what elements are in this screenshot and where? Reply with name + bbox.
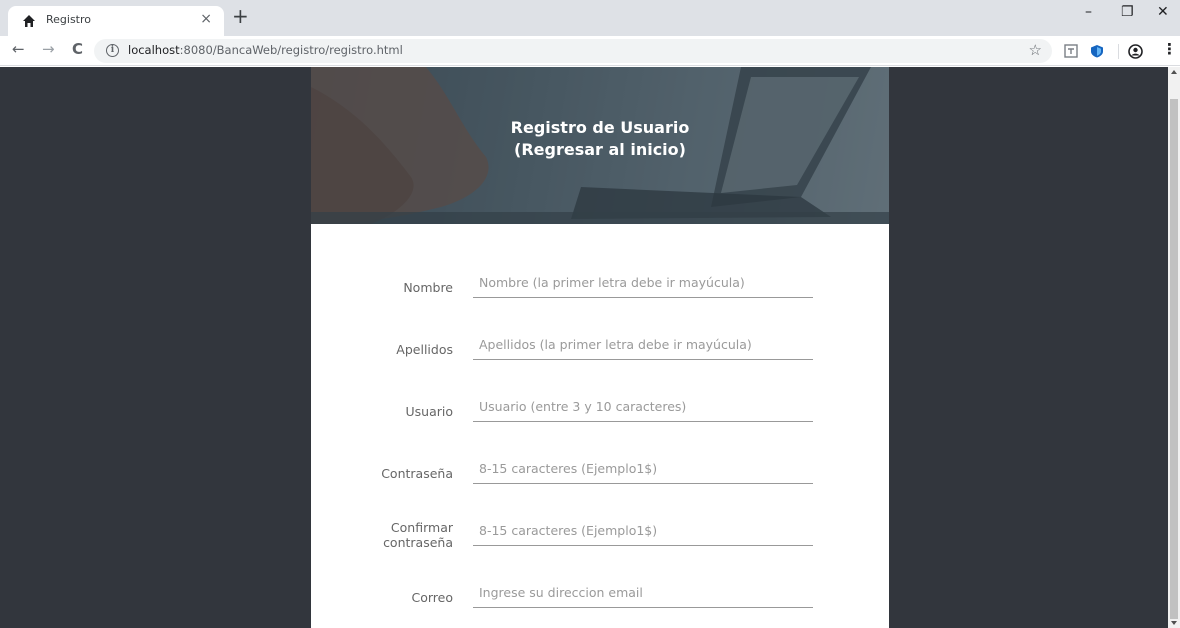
tab-strip: Registro × + – ❐ ✕ xyxy=(0,0,1180,36)
page-scrollbar[interactable] xyxy=(1168,67,1180,628)
url-text[interactable]: localhost:8080/BancaWeb/registro/registr… xyxy=(128,43,403,57)
form-row-correo: Correo xyxy=(311,578,889,618)
page-title: Registro de Usuario xyxy=(510,118,690,137)
forward-button[interactable]: → xyxy=(42,40,55,58)
tab-registro[interactable]: Registro × xyxy=(8,6,224,36)
usuario-label: Usuario xyxy=(405,404,453,419)
nombre-input[interactable] xyxy=(473,268,813,298)
confirmar-contrasena-label: Confirmar contraseña xyxy=(371,520,453,550)
new-tab-button[interactable]: + xyxy=(232,5,249,27)
confirmar-contrasena-input[interactable] xyxy=(473,516,813,546)
nombre-label: Nombre xyxy=(403,280,453,295)
toolbar-separator xyxy=(1118,44,1119,59)
extension-shield-icon[interactable] xyxy=(1090,44,1104,58)
address-bar[interactable]: i localhost:8080/BancaWeb/registro/regis… xyxy=(94,39,1052,63)
extension-translate-icon[interactable] xyxy=(1064,44,1078,58)
scroll-thumb[interactable] xyxy=(1170,99,1178,619)
profile-avatar-icon[interactable] xyxy=(1128,44,1143,59)
info-icon[interactable]: i xyxy=(106,44,119,57)
scroll-down-arrow-icon[interactable] xyxy=(1171,621,1177,625)
close-window-button[interactable]: ✕ xyxy=(1157,4,1169,20)
scroll-up-arrow-icon[interactable] xyxy=(1171,70,1177,74)
bookmark-star-icon[interactable]: ☆ xyxy=(1029,41,1042,59)
tab-close-icon[interactable]: × xyxy=(200,11,212,27)
home-icon xyxy=(23,15,35,27)
correo-input[interactable] xyxy=(473,578,813,608)
url-path: :8080/BancaWeb/registro/registro.html xyxy=(179,43,403,57)
url-host: localhost xyxy=(128,43,180,57)
contrasena-label: Contraseña xyxy=(381,466,453,481)
header-banner: Registro de Usuario (Regresar al inicio) xyxy=(311,67,889,224)
form-row-confirmar: Confirmar contraseña xyxy=(311,516,889,556)
correo-label: Correo xyxy=(411,590,454,605)
browser-menu-icon[interactable]: ⋮ xyxy=(1162,40,1177,58)
back-button[interactable]: ← xyxy=(12,40,25,58)
form-row-contrasena: Contraseña xyxy=(311,454,889,494)
confirmar-label-line1: Confirmar xyxy=(390,520,453,535)
minimize-button[interactable]: – xyxy=(1085,4,1092,20)
restore-button[interactable]: ❐ xyxy=(1121,4,1134,20)
apellidos-label: Apellidos xyxy=(396,342,453,357)
form-row-nombre: Nombre xyxy=(311,268,889,308)
registration-card: Registro de Usuario (Regresar al inicio)… xyxy=(311,67,889,628)
confirmar-label-line2: contraseña xyxy=(383,535,453,550)
apellidos-input[interactable] xyxy=(473,330,813,360)
header-title-block: Registro de Usuario (Regresar al inicio) xyxy=(311,117,889,161)
back-to-home-link[interactable]: (Regresar al inicio) xyxy=(311,139,889,161)
browser-toolbar: ← → C i localhost:8080/BancaWeb/registro… xyxy=(0,36,1180,66)
page-viewport: Registro de Usuario (Regresar al inicio)… xyxy=(0,67,1168,628)
reload-button[interactable]: C xyxy=(72,40,83,58)
contrasena-input[interactable] xyxy=(473,454,813,484)
form-row-apellidos: Apellidos xyxy=(311,330,889,370)
usuario-input[interactable] xyxy=(473,392,813,422)
form-row-usuario: Usuario xyxy=(311,392,889,432)
tab-title: Registro xyxy=(46,13,92,26)
